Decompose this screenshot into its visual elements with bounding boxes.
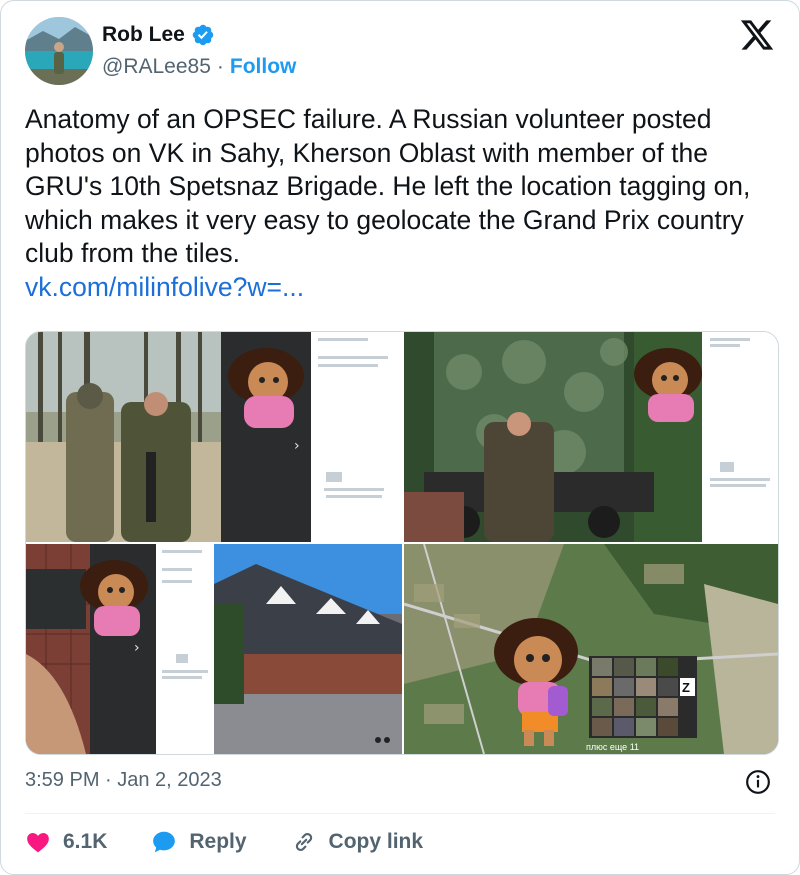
verified-badge-icon [192,24,214,46]
tweet-timestamp[interactable]: 3:59 PM · Jan 2, 2023 [25,769,222,792]
author-avatar[interactable] [25,17,93,85]
heart-icon [27,833,49,853]
reply-bubble-icon [153,831,176,853]
reply-button[interactable]: Reply [151,829,247,855]
map-tile-letter: Z [682,680,690,695]
handle-separator: · [216,55,224,78]
reply-label: Reply [189,830,247,853]
photo-truck[interactable] [404,332,778,542]
like-button[interactable]: 6.1K [25,829,107,855]
photo-soldiers[interactable]: › [26,332,402,542]
action-bar: 6.1K Reply Copy link [25,825,467,859]
tweet-link[interactable]: vk.com/milinfolive?w=... [25,271,785,305]
photo-country-club[interactable]: › [26,544,402,754]
link-icon [295,832,312,852]
copy-link-button[interactable]: Copy link [291,829,424,855]
author-name[interactable]: Rob Lee [102,23,185,47]
copy-link-label: Copy link [328,830,424,853]
tweet-card: Rob Lee @RALee85 · Follow Anatomy of an … [0,0,800,875]
tweet-body: Anatomy of an OPSEC failure. A Russian v… [25,104,751,268]
tweet-text-block: Anatomy of an OPSEC failure. A Russian v… [25,103,785,304]
like-count: 6.1K [63,830,108,853]
x-logo-icon[interactable] [739,17,775,53]
author-handle[interactable]: @RALee85 [102,55,211,79]
follow-button[interactable]: Follow [230,55,297,79]
photo-satellite-map[interactable]: Z плюс еще 11 [404,544,778,754]
svg-text:›: › [134,640,140,656]
map-caption: плюс еще 11 [586,742,639,752]
svg-text:›: › [294,438,300,454]
media-grid: › › Z плюс еще 11 [25,331,779,755]
divider [25,813,775,814]
info-icon[interactable] [745,769,771,795]
